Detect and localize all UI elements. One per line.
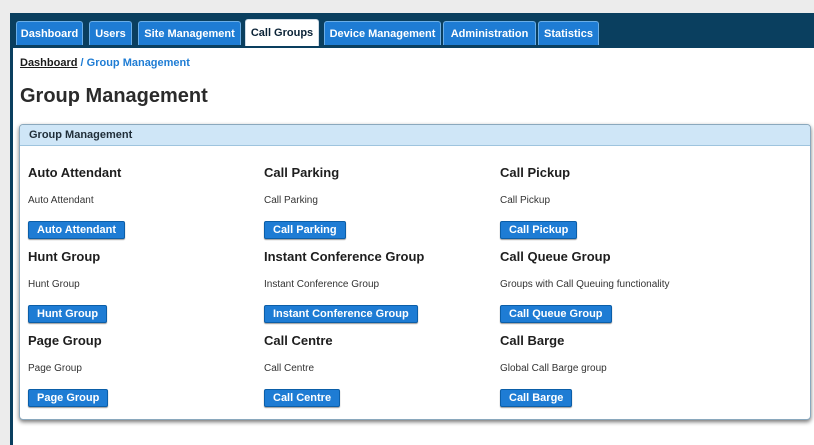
group-card-call-queue-group: Call Queue Group Groups with Call Queuin… xyxy=(500,249,730,323)
group-description: Groups with Call Queuing functionality xyxy=(500,279,670,290)
group-card-page-group: Page Group Page Group Page Group xyxy=(28,333,258,407)
group-card-call-pickup: Call Pickup Call Pickup Call Pickup xyxy=(500,165,730,239)
tab-users[interactable]: Users xyxy=(89,21,132,45)
tab-administration[interactable]: Administration xyxy=(443,21,536,45)
group-title: Call Barge xyxy=(500,333,565,348)
group-description: Global Call Barge group xyxy=(500,363,607,374)
group-card-call-parking: Call Parking Call Parking Call Parking xyxy=(264,165,494,239)
group-description: Call Parking xyxy=(264,195,318,206)
group-title: Instant Conference Group xyxy=(264,249,425,264)
auto-attendant-button[interactable]: Auto Attendant xyxy=(28,221,126,239)
group-card-auto-attendant: Auto Attendant Auto Attendant Auto Atten… xyxy=(28,165,258,239)
group-description: Page Group xyxy=(28,363,82,374)
group-description: Auto Attendant xyxy=(28,195,94,206)
breadcrumb-link-dashboard[interactable]: Dashboard xyxy=(20,57,77,69)
page-title: Group Management xyxy=(20,85,208,107)
call-barge-button[interactable]: Call Barge xyxy=(500,389,573,407)
group-title: Auto Attendant xyxy=(28,165,122,180)
group-title: Page Group xyxy=(28,333,102,348)
panel-header: Group Management xyxy=(20,125,810,146)
instant-conference-group-button[interactable]: Instant Conference Group xyxy=(264,305,418,323)
call-centre-button[interactable]: Call Centre xyxy=(264,389,341,407)
group-title: Call Centre xyxy=(264,333,333,348)
breadcrumb-separator: / xyxy=(77,57,87,69)
group-description: Hunt Group xyxy=(28,279,80,290)
group-management-panel: Group Management Auto Attendant Auto Att… xyxy=(19,124,811,420)
tab-statistics[interactable]: Statistics xyxy=(538,21,599,45)
call-queue-group-button[interactable]: Call Queue Group xyxy=(500,305,612,323)
hunt-group-button[interactable]: Hunt Group xyxy=(28,305,108,323)
group-title: Call Pickup xyxy=(500,165,571,180)
group-description: Call Centre xyxy=(264,363,315,374)
tab-call-groups[interactable]: Call Groups xyxy=(245,19,319,46)
tab-site-management[interactable]: Site Management xyxy=(138,21,241,45)
group-card-call-barge: Call Barge Global Call Barge group Call … xyxy=(500,333,730,407)
group-title: Hunt Group xyxy=(28,249,101,264)
breadcrumb: Dashboard / Group Management xyxy=(20,57,190,69)
top-navbar: Dashboard Users Site Management Call Gro… xyxy=(10,13,814,48)
group-card-instant-conference-group: Instant Conference Group Instant Confere… xyxy=(264,249,494,323)
breadcrumb-current: Group Management xyxy=(86,57,190,69)
call-pickup-button[interactable]: Call Pickup xyxy=(500,221,578,239)
page-group-button[interactable]: Page Group xyxy=(28,389,109,407)
content-left-border xyxy=(10,48,13,445)
group-title: Call Parking xyxy=(264,165,340,180)
group-card-call-centre: Call Centre Call Centre Call Centre xyxy=(264,333,494,407)
group-title: Call Queue Group xyxy=(500,249,611,264)
group-card-hunt-group: Hunt Group Hunt Group Hunt Group xyxy=(28,249,258,323)
tab-device-management[interactable]: Device Management xyxy=(324,21,441,45)
group-description: Instant Conference Group xyxy=(264,279,380,290)
group-description: Call Pickup xyxy=(500,195,551,206)
call-parking-button[interactable]: Call Parking xyxy=(264,221,346,239)
tab-dashboard[interactable]: Dashboard xyxy=(16,21,83,45)
